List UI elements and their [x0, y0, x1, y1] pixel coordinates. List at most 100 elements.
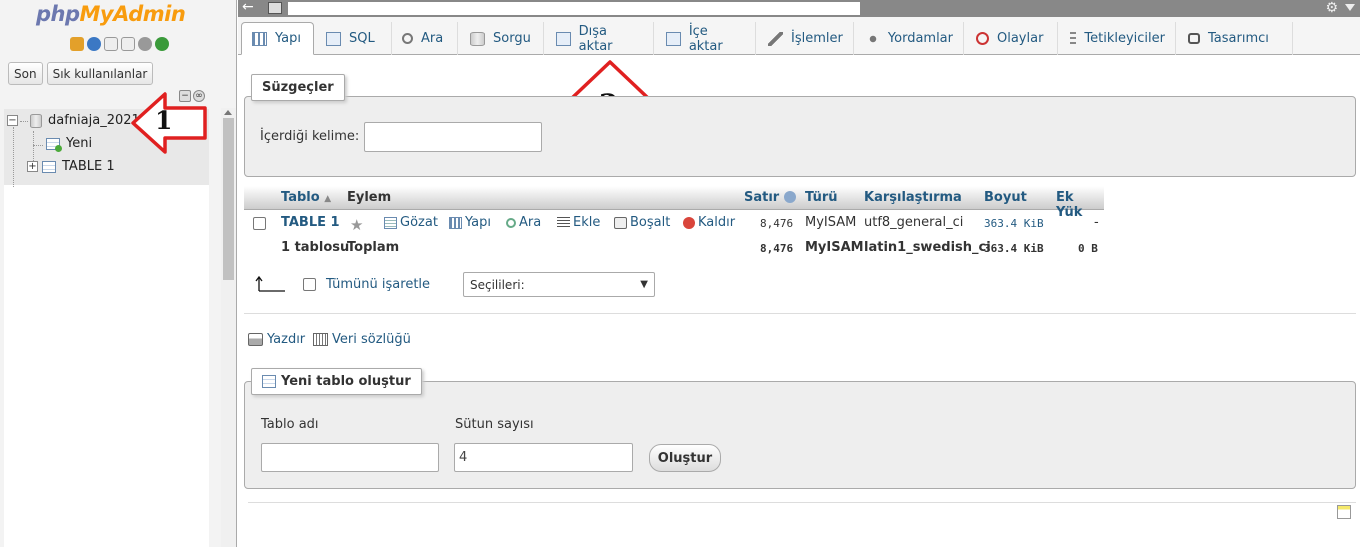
tree-item-new[interactable]: Yeni — [46, 136, 92, 152]
total-count: 1 tablosu — [281, 240, 350, 255]
action-insert[interactable]: Ekle — [557, 215, 600, 230]
triggers-icon — [1070, 31, 1077, 46]
back-arrow-icon[interactable]: ← — [242, 0, 254, 15]
total-type: MyISAM — [805, 240, 864, 255]
tab-routines[interactable]: Yordamlar — [856, 22, 964, 55]
row-size[interactable]: 363.4 KiB — [984, 217, 1044, 230]
tab-sql[interactable]: SQL — [316, 22, 392, 55]
create-table-legend: Yeni tablo oluştur — [251, 368, 422, 395]
console-icon[interactable] — [1337, 505, 1351, 519]
total-size: 363.4 KiB — [984, 242, 1044, 255]
tab-export[interactable]: Dışa aktar — [546, 22, 654, 55]
header-size[interactable]: Boyut — [984, 190, 1027, 205]
recent-button[interactable]: Son — [8, 62, 43, 85]
new-table-icon — [46, 137, 62, 152]
phpmyadmin-logo[interactable]: phpMyAdmin — [36, 2, 186, 26]
tab-events[interactable]: Olaylar — [966, 22, 1058, 55]
table-name[interactable]: TABLE 1 — [62, 159, 115, 174]
annotation-number-1: 1 — [155, 106, 173, 135]
tab-operations[interactable]: İşlemler — [758, 22, 854, 55]
total-collation: latin1_swedish_ci — [864, 240, 991, 255]
row-checkbox[interactable] — [253, 217, 266, 230]
tab-label: Olaylar — [997, 31, 1044, 46]
tab-label: Dışa aktar — [578, 23, 613, 54]
routines-icon — [866, 31, 880, 46]
tab-label: İçe aktar — [688, 23, 723, 54]
tree-item-table[interactable]: + TABLE 1 — [27, 159, 115, 174]
header-collation[interactable]: Karşılaştırma — [864, 190, 962, 205]
tab-query[interactable]: Sorgu — [460, 22, 544, 55]
settings-icon[interactable] — [138, 37, 152, 51]
docs-icon[interactable] — [104, 37, 118, 51]
column-count-input[interactable] — [454, 443, 633, 472]
tree-item-database[interactable]: − dafniaja_2021 — [7, 113, 140, 128]
action-empty[interactable]: Boşalt — [614, 215, 670, 230]
tab-triggers[interactable]: Tetikleyiciler — [1060, 22, 1176, 55]
scroll-thumb[interactable] — [223, 118, 234, 280]
collapse-toggle-icon[interactable]: − — [7, 115, 18, 126]
header-rows[interactable]: Satır — [744, 190, 796, 205]
structure-icon — [252, 31, 267, 46]
tab-label: Ara — [421, 31, 444, 46]
filter-input[interactable] — [364, 122, 542, 152]
logo-admin-text: Admin — [113, 2, 186, 26]
divider — [244, 313, 1356, 314]
tab-label: Tetikleyiciler — [1084, 31, 1165, 46]
tab-structure[interactable]: Yapı — [241, 22, 314, 55]
action-search[interactable]: Ara — [506, 215, 541, 230]
tab-designer[interactable]: Tasarımcı — [1178, 22, 1293, 55]
gear-icon[interactable]: ⚙ — [1325, 0, 1338, 16]
expand-toggle-icon[interactable]: + — [27, 161, 38, 172]
database-tree: − dafniaja_2021 Yeni + TABLE 1 — [4, 109, 209, 547]
nav-scrollbar[interactable] — [221, 108, 236, 547]
import-icon — [666, 31, 681, 46]
create-table-fieldset — [244, 381, 1356, 489]
row-collation: utf8_general_ci — [864, 215, 964, 230]
column-count-label: Sütun sayısı — [455, 417, 534, 432]
tab-label: Yordamlar — [887, 31, 953, 46]
print-link[interactable]: Yazdır — [248, 332, 305, 347]
row-overhead: - — [1094, 215, 1099, 230]
table-icon — [42, 160, 56, 173]
help-icon[interactable] — [87, 37, 101, 51]
tab-label: Yapı — [275, 31, 301, 46]
tab-import[interactable]: İçe aktar — [656, 22, 756, 55]
header-action: Eylem — [347, 190, 392, 205]
help-icon[interactable] — [783, 191, 796, 203]
header-table[interactable]: Tablo ▲ — [281, 190, 331, 205]
favorites-button[interactable]: Sık kullanılanlar — [46, 62, 154, 85]
chevron-down-icon[interactable] — [1345, 4, 1355, 11]
action-drop[interactable]: Kaldır — [683, 215, 735, 230]
table-name-input[interactable] — [261, 443, 439, 472]
header-type[interactable]: Türü — [805, 190, 838, 205]
favorite-star-icon[interactable]: ★ — [350, 216, 363, 234]
sql-docs-icon[interactable] — [121, 37, 135, 51]
tab-label: Sorgu — [493, 31, 531, 46]
row-table-name[interactable]: TABLE 1 — [281, 215, 340, 230]
clock-icon — [976, 32, 989, 45]
check-all-label[interactable]: Tümünü işaretle — [326, 277, 430, 292]
check-all-arrow-icon — [255, 275, 285, 292]
action-browse[interactable]: Gözat — [384, 215, 438, 230]
home-icon[interactable] — [70, 37, 84, 51]
tab-bar: Yapı SQL Ara Sorgu Dışa aktar İçe aktar … — [238, 17, 1360, 55]
designer-icon — [1188, 33, 1200, 44]
query-icon — [470, 31, 485, 46]
new-table-icon — [262, 375, 276, 388]
tab-label: İşlemler — [791, 31, 843, 46]
scroll-up-icon[interactable] — [224, 110, 232, 115]
action-structure[interactable]: Yapı — [449, 215, 491, 230]
check-all-checkbox[interactable] — [303, 278, 316, 291]
reload-icon[interactable] — [155, 37, 169, 51]
data-dictionary-link[interactable]: Veri sözlüğü — [313, 332, 411, 347]
tab-search[interactable]: Ara — [392, 22, 458, 55]
create-button[interactable]: Oluştur — [649, 444, 721, 472]
tab-label: Tasarımcı — [1208, 31, 1269, 46]
new-table-label[interactable]: Yeni — [66, 136, 92, 151]
breadcrumb-bar: ← ⚙ — [238, 0, 1360, 17]
database-name[interactable]: dafniaja_2021 — [48, 113, 140, 128]
with-selected-select[interactable]: Seçilileri: ▼ — [463, 272, 655, 297]
nav-icon-bar — [70, 37, 169, 51]
total-label: Toplam — [347, 240, 400, 255]
row-rows: 8,476 — [760, 217, 794, 230]
